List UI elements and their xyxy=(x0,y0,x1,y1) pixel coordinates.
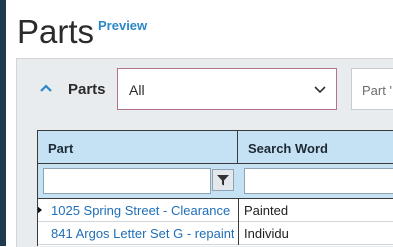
page-title: Parts xyxy=(17,13,95,50)
part-cell-link[interactable]: 841 Argos Letter Set G - repaint xyxy=(51,226,234,241)
column-divider xyxy=(238,199,239,222)
row-pointer-icon xyxy=(38,206,42,214)
search-input[interactable]: Part ' xyxy=(351,68,393,110)
column-divider xyxy=(238,222,239,245)
search-word-cell: Painted xyxy=(244,203,289,218)
column-header-label: Search Word xyxy=(248,141,328,156)
table-row[interactable]: 841 Argos Letter Set G - repaint Individ… xyxy=(38,222,393,245)
section-label: Parts xyxy=(68,81,106,98)
column-header-search-word[interactable]: Search Word xyxy=(238,130,393,164)
part-filter-input[interactable] xyxy=(43,168,211,194)
chevron-down-icon xyxy=(314,86,326,94)
column-header-label: Part xyxy=(48,141,74,156)
filter-button[interactable] xyxy=(212,169,234,191)
filter-select-value: All xyxy=(129,82,145,98)
table-row[interactable]: 1025 Spring Street - Clearance Fee Paint… xyxy=(38,199,393,222)
left-edge-bar xyxy=(0,0,6,246)
column-header-part[interactable]: Part xyxy=(38,130,238,164)
part-cell-link[interactable]: 1025 Spring Street - Clearance Fee xyxy=(51,203,234,218)
search-word-filter-input[interactable] xyxy=(244,168,393,194)
preview-link[interactable]: Preview xyxy=(98,18,147,33)
chevron-up-icon[interactable] xyxy=(38,80,54,96)
parts-grid: Part Search Word 1025 Spring Street - Cl… xyxy=(37,130,393,246)
funnel-icon xyxy=(217,175,229,186)
filter-row xyxy=(38,164,393,199)
search-word-cell: Individu xyxy=(244,226,289,241)
search-placeholder: Part ' xyxy=(362,83,392,98)
filter-select[interactable]: All xyxy=(117,68,337,110)
